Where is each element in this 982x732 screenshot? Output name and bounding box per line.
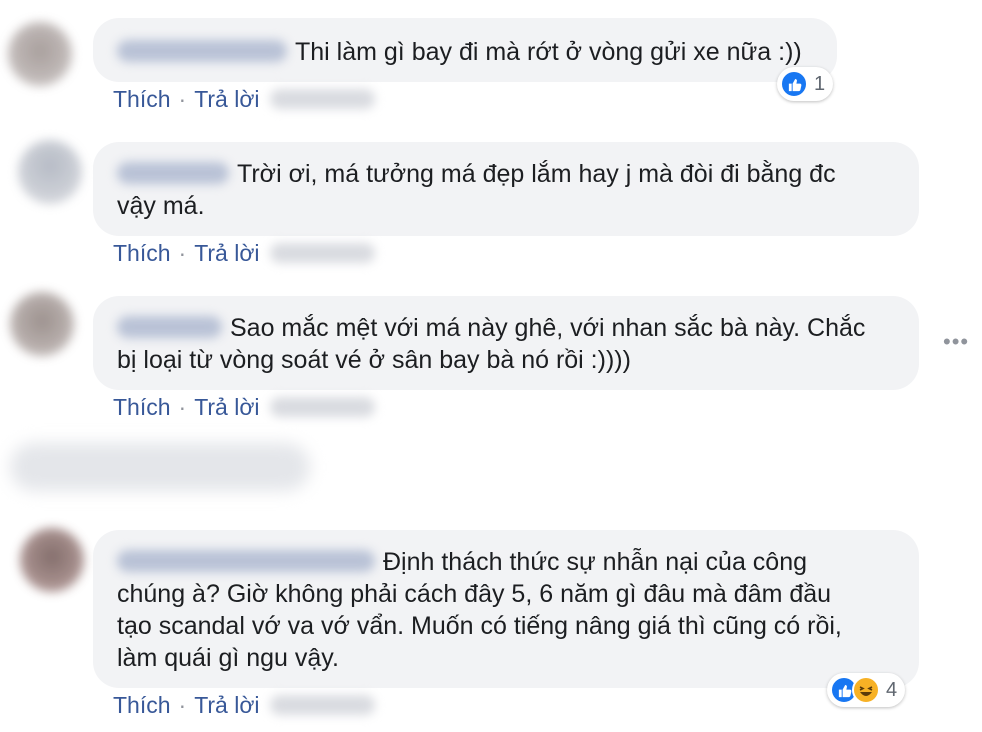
comment-bubble: Định thách thức sự nhẫn nại của công chú… <box>93 530 919 688</box>
avatar[interactable] <box>20 528 84 592</box>
commenter-name[interactable] <box>117 316 222 339</box>
reaction-count: 1 <box>814 72 826 95</box>
comment-actions: Thích · Trả lời <box>113 692 375 719</box>
like-link[interactable]: Thích <box>113 86 171 112</box>
avatar[interactable] <box>8 22 72 86</box>
comment-actions: Thích · Trả lời <box>113 240 375 267</box>
more-options-icon[interactable]: ••• <box>943 331 969 353</box>
comment-actions: Thích · Trả lời <box>113 86 375 113</box>
reaction-summary[interactable]: 1 <box>777 67 834 101</box>
timestamp[interactable] <box>269 396 375 417</box>
avatar[interactable] <box>10 292 74 356</box>
timestamp[interactable] <box>269 88 375 109</box>
timestamp[interactable] <box>269 242 375 263</box>
reaction-count: 4 <box>886 678 898 701</box>
comment-bubble: Sao mắc mệt với má này ghê, với nhan sắc… <box>93 296 919 390</box>
comment-text: Thi làm gì bay đi mà rớt ở vòng gửi xe n… <box>295 38 802 66</box>
like-link[interactable]: Thích <box>113 394 171 420</box>
collapsed-comment <box>10 443 310 491</box>
reply-link[interactable]: Trả lời <box>194 86 259 112</box>
separator: · <box>178 394 187 420</box>
reply-link[interactable]: Trả lời <box>194 394 259 420</box>
comment-text: Sao mắc mệt với má này ghê, với nhan sắc… <box>117 314 866 374</box>
comment-actions: Thích · Trả lời <box>113 394 375 421</box>
commenter-name[interactable] <box>117 162 229 185</box>
comment-bubble: Trời ơi, má tưởng má đẹp lắm hay j mà đò… <box>93 142 919 236</box>
commenter-name[interactable] <box>117 550 375 573</box>
commenter-name[interactable] <box>117 40 287 63</box>
separator: · <box>178 86 187 112</box>
reaction-summary[interactable]: 4 <box>827 673 906 707</box>
avatar[interactable] <box>18 140 82 204</box>
comment-bubble: Thi làm gì bay đi mà rớt ở vòng gửi xe n… <box>93 18 837 82</box>
like-link[interactable]: Thích <box>113 692 171 718</box>
timestamp[interactable] <box>269 694 375 715</box>
reply-link[interactable]: Trả lời <box>194 240 259 266</box>
separator: · <box>178 692 187 718</box>
like-icon <box>780 70 808 98</box>
separator: · <box>178 240 187 266</box>
reply-link[interactable]: Trả lời <box>194 692 259 718</box>
like-link[interactable]: Thích <box>113 240 171 266</box>
haha-icon <box>852 676 880 704</box>
